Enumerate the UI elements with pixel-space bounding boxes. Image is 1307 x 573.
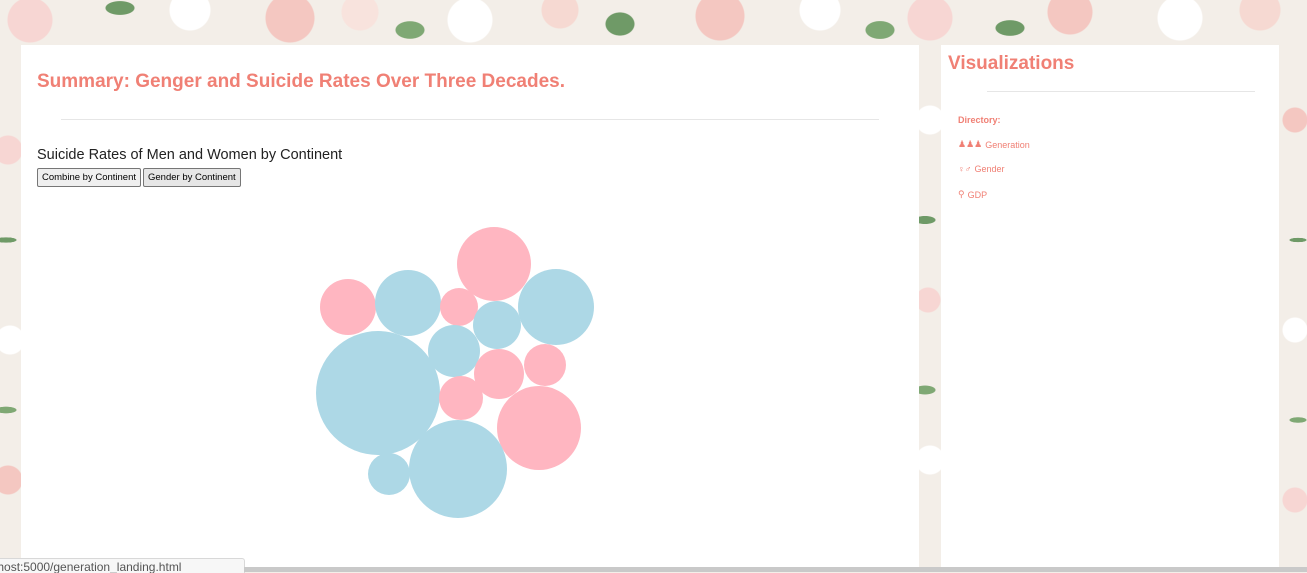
- gender-by-continent-button[interactable]: Gender by Continent: [143, 168, 241, 187]
- bubble-chart: [316, 227, 594, 518]
- bubble-male[interactable]: [518, 269, 594, 345]
- bubble-male[interactable]: [368, 453, 410, 495]
- sidebar-link-label: Generation: [985, 139, 1030, 150]
- bubble-group: [316, 227, 594, 518]
- bubble-female[interactable]: [457, 227, 531, 301]
- button-row: Combine by Continent Gender by Continent: [37, 168, 241, 187]
- sidebar-divider: [987, 91, 1255, 92]
- people-icon: ♟♟♟: [958, 139, 983, 149]
- sidebar-link-gender[interactable]: ♀♂ Gender: [958, 164, 1005, 174]
- bubble-male[interactable]: [375, 270, 441, 336]
- divider: [61, 119, 879, 120]
- bubble-female[interactable]: [439, 376, 483, 420]
- status-url-text: calhost:5000/generation_landing.html: [0, 560, 182, 573]
- sidebar-link-generation[interactable]: ♟♟♟ Generation: [958, 139, 1030, 150]
- combine-by-continent-button[interactable]: Combine by Continent: [37, 168, 141, 187]
- bubble-male[interactable]: [473, 301, 521, 349]
- bubble-male[interactable]: [409, 420, 507, 518]
- horizontal-scrollbar[interactable]: [244, 567, 1307, 572]
- map-marker-icon: ⚲: [958, 189, 965, 199]
- sidebar-link-label: GDP: [967, 189, 988, 200]
- sidebar-title: Visualizations: [948, 53, 1075, 74]
- page-title: Summary: Genger and Suicide Rates Over T…: [37, 71, 565, 92]
- sidebar-panel: Visualizations Directory: ♟♟♟ Generation…: [941, 45, 1279, 572]
- sidebar-link-gdp[interactable]: ⚲ GDP: [958, 189, 987, 200]
- bubble-male[interactable]: [428, 325, 480, 377]
- main-panel: Summary: Genger and Suicide Rates Over T…: [21, 45, 919, 572]
- bubble-female[interactable]: [524, 344, 566, 386]
- sidebar-link-label: Gender: [974, 164, 1005, 174]
- bubble-female[interactable]: [320, 279, 376, 335]
- bubble-male[interactable]: [316, 331, 440, 455]
- directory-label: Directory:: [958, 115, 1001, 125]
- gender-icon: ♀♂: [958, 164, 972, 174]
- status-bar-url: calhost:5000/generation_landing.html: [0, 558, 245, 573]
- chart-title: Suicide Rates of Men and Women by Contin…: [37, 147, 343, 163]
- bubble-female[interactable]: [497, 386, 581, 470]
